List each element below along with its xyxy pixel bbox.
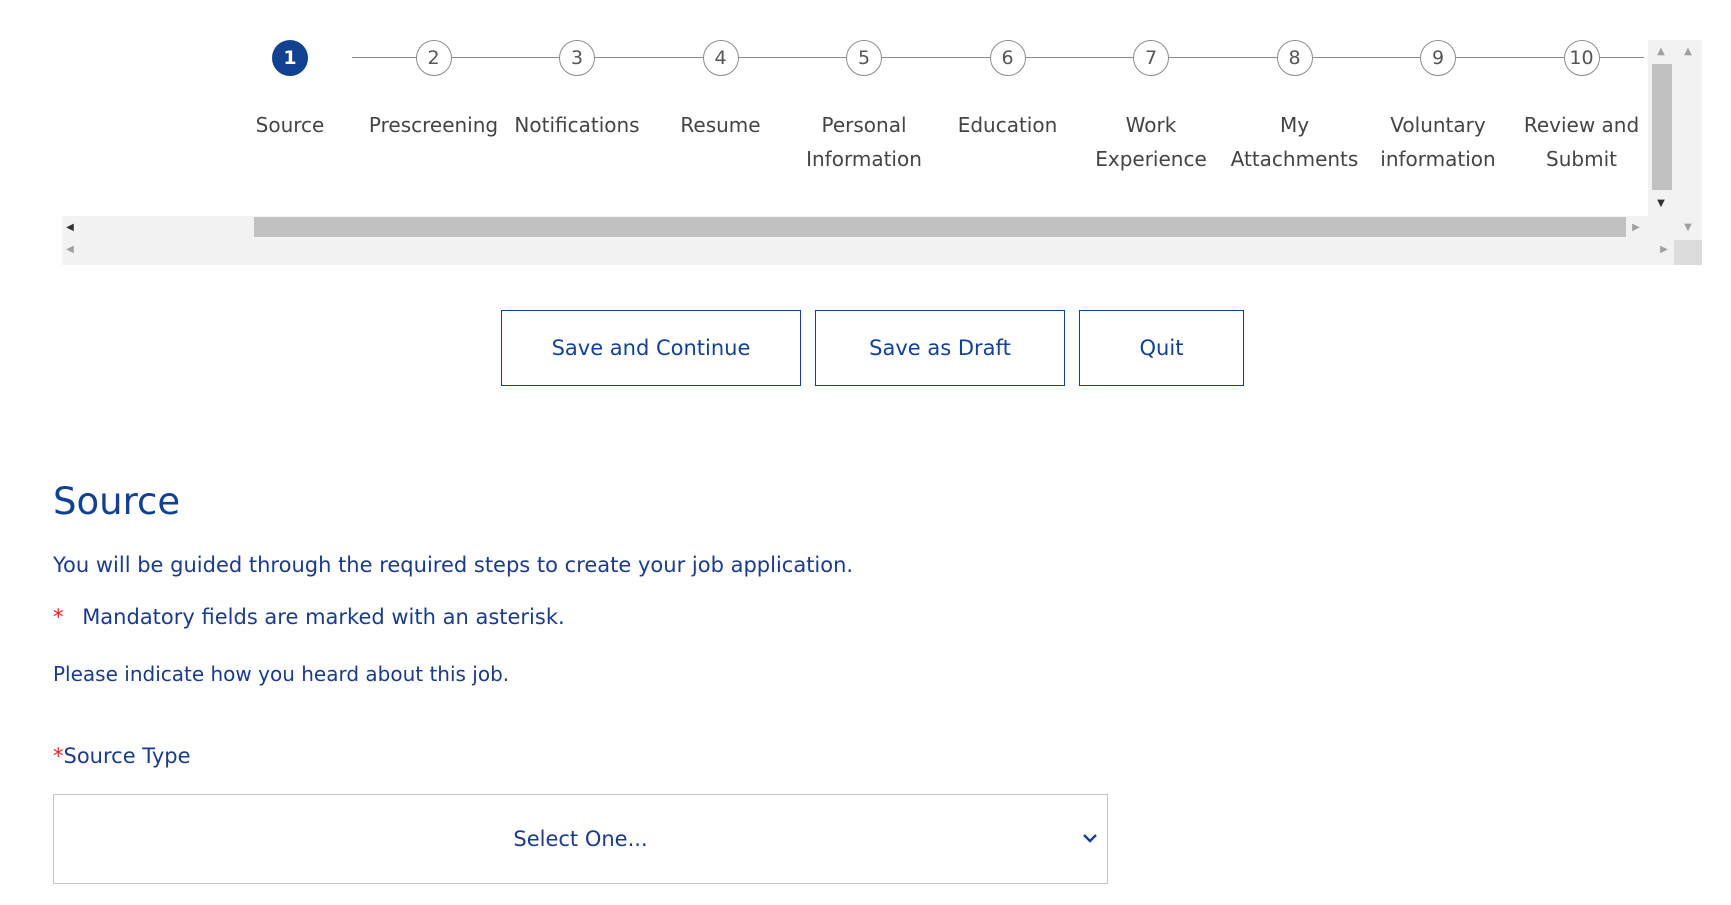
step-number-circle: 10 (1563, 40, 1600, 76)
step-label: Personal Information (806, 113, 922, 171)
step-label: Review and Submit (1523, 113, 1640, 171)
step-3: 3 Notifications (507, 40, 647, 142)
step-number-circle: 3 (559, 40, 595, 76)
step-8: 8 My Attachments (1225, 40, 1365, 176)
save-and-continue-button[interactable]: Save and Continue (501, 310, 801, 386)
step-10: 10 Review and Submit (1512, 40, 1652, 176)
progress-tracker: 1 Source 2 Prescreening 3 Notifications 4 Resum… (62, 40, 1648, 216)
step-number-circle: 8 (1276, 40, 1313, 76)
scroll-up-icon[interactable]: ▲ (1680, 40, 1696, 62)
source-type-selected-value: Select One... (513, 827, 648, 851)
step-4: 4 Resume (651, 40, 791, 142)
step-1: 1 Source (220, 40, 360, 142)
step-label: Notifications (514, 113, 640, 137)
scroll-down-icon[interactable]: ▼ (1653, 192, 1669, 214)
step-label: Resume (680, 113, 761, 137)
step-label: My Attachments (1230, 113, 1359, 171)
scrollbar-corner (1674, 240, 1702, 265)
step-7: 7 Work Experience (1081, 40, 1221, 176)
required-asterisk: * (53, 605, 64, 629)
step-label: Work Experience (1095, 113, 1207, 171)
outer-vertical-scrollbar-track[interactable] (1674, 40, 1702, 240)
step-6: 6 Education (938, 40, 1078, 142)
step-label: Education (957, 113, 1058, 137)
step-5: 5 Personal Information (794, 40, 934, 176)
source-hint-text: Please indicate how you heard about this… (53, 662, 510, 686)
quit-button[interactable]: Quit (1079, 310, 1244, 386)
scroll-right-icon[interactable]: ▶ (1656, 238, 1672, 260)
progress-tracker-scroll-container: 1 Source 2 Prescreening 3 Notifications 4 Resum… (62, 40, 1702, 265)
step-number-circle: 4 (702, 40, 739, 76)
step-label: Prescreening (368, 113, 499, 137)
source-type-label-text: Source Type (63, 744, 191, 768)
mandatory-fields-text: Mandatory fields are marked with an aste… (82, 605, 565, 629)
chevron-down-icon (1083, 834, 1097, 843)
required-asterisk: * (53, 744, 64, 768)
source-type-select[interactable]: Select One... (53, 794, 1108, 884)
source-type-label: *Source Type (53, 744, 191, 768)
scroll-down-icon[interactable]: ▼ (1680, 216, 1696, 238)
step-number-circle: 6 (989, 40, 1026, 76)
scroll-up-icon[interactable]: ▲ (1653, 40, 1669, 62)
step-number-circle: 7 (1133, 40, 1169, 76)
save-as-draft-button[interactable]: Save as Draft (815, 310, 1065, 386)
page-title: Source (53, 480, 181, 523)
step-number-circle: 1 (272, 40, 308, 76)
mandatory-fields-note: * Mandatory fields are marked with an as… (53, 605, 565, 629)
vertical-scrollbar-thumb[interactable] (1652, 64, 1672, 190)
step-label: Source (255, 113, 325, 137)
horizontal-scrollbar-thumb[interactable] (254, 217, 1626, 237)
intro-text: You will be guided through the required … (53, 553, 854, 577)
step-2: 2 Prescreening (364, 40, 504, 142)
scroll-left-icon[interactable]: ◀ (62, 238, 78, 260)
step-number-circle: 9 (1420, 40, 1456, 76)
scroll-right-icon[interactable]: ▶ (1628, 216, 1644, 238)
step-number-circle: 2 (415, 40, 452, 76)
step-9: 9 Voluntary information (1368, 40, 1508, 176)
scroll-left-icon[interactable]: ◀ (62, 216, 78, 238)
step-label: Voluntary information (1380, 113, 1496, 171)
step-number-circle: 5 (846, 40, 882, 76)
